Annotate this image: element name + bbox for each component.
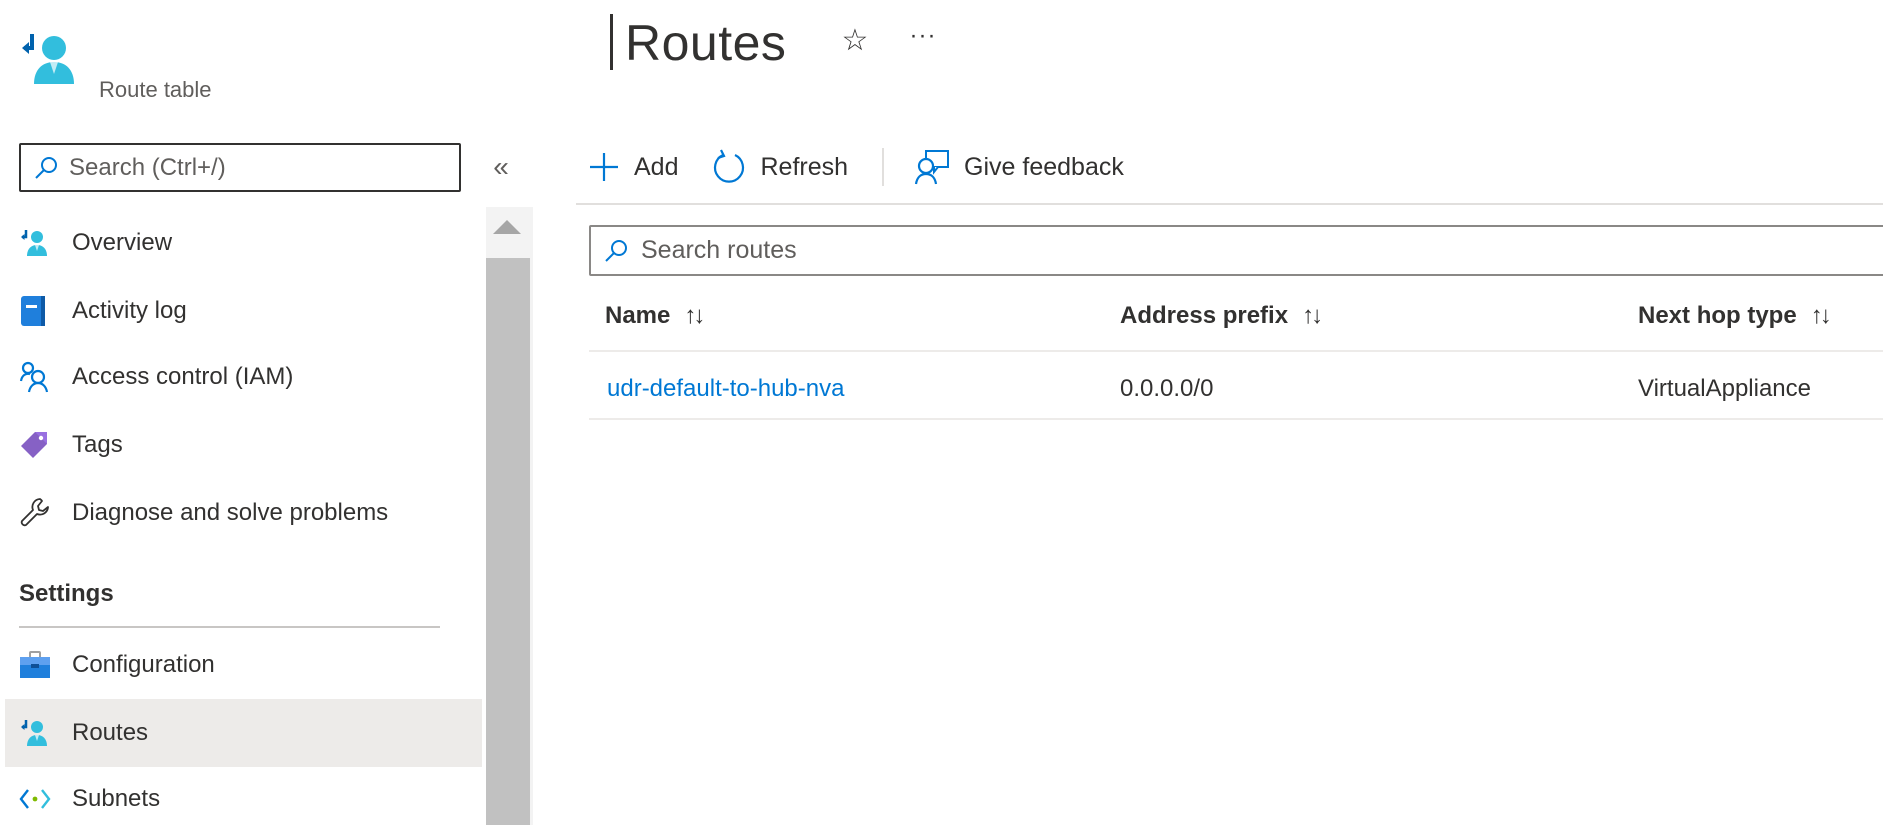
route-address-prefix: 0.0.0.0/0 xyxy=(1120,375,1214,402)
sidebar-item-label: Diagnose and solve problems xyxy=(72,499,389,526)
sidebar-item-access-control[interactable]: Access control (IAM) xyxy=(5,343,482,411)
wrench-icon xyxy=(19,496,55,530)
tag-icon xyxy=(19,428,55,462)
column-header-next-hop-type[interactable]: Next hop type ↑↓ xyxy=(1638,296,1832,336)
route-table-icon xyxy=(20,30,76,90)
plus-icon xyxy=(590,153,618,181)
add-button[interactable]: Add xyxy=(588,140,678,194)
routes-search-input[interactable] xyxy=(641,236,1841,265)
route-table-icon xyxy=(19,716,55,750)
column-header-address-prefix[interactable]: Address prefix ↑↓ xyxy=(1120,296,1323,336)
collapse-sidebar-icon[interactable]: « xyxy=(486,150,516,184)
resource-type-label: Route table xyxy=(99,77,212,102)
column-header-label: Name xyxy=(605,302,671,329)
toolbox-icon xyxy=(19,648,55,682)
activity-log-icon xyxy=(19,294,55,328)
command-bar: Add Refresh Give feedback xyxy=(588,140,1124,194)
favorite-star-icon[interactable]: ☆ xyxy=(838,24,872,58)
sidebar-item-subnets[interactable]: Subnets xyxy=(5,765,482,825)
sidebar-item-label: Overview xyxy=(72,229,173,256)
table-header-divider xyxy=(589,350,1883,352)
sidebar-item-routes[interactable]: Routes xyxy=(5,699,482,767)
search-icon xyxy=(35,156,57,179)
page-title: Routes xyxy=(610,14,786,72)
more-options-ellipsis-icon[interactable]: ··· xyxy=(906,22,940,56)
sort-icon[interactable]: ↑↓ xyxy=(1811,302,1832,330)
sidebar-item-configuration[interactable]: Configuration xyxy=(5,631,482,699)
subnet-icon xyxy=(19,782,55,816)
column-header-label: Address prefix xyxy=(1120,302,1289,329)
add-label: Add xyxy=(634,152,679,181)
sidebar-item-label: Subnets xyxy=(72,785,161,812)
section-divider xyxy=(19,626,440,628)
refresh-label: Refresh xyxy=(760,152,849,181)
give-feedback-button[interactable]: Give feedback xyxy=(914,140,1124,194)
routes-search-box[interactable] xyxy=(589,225,1883,276)
feedback-label: Give feedback xyxy=(964,152,1124,181)
sidebar-item-label: Routes xyxy=(72,719,149,746)
sidebar-search-input[interactable] xyxy=(69,153,449,182)
refresh-icon xyxy=(714,149,745,183)
sort-icon[interactable]: ↑↓ xyxy=(684,302,705,330)
sidebar-item-activity-log[interactable]: Activity log xyxy=(5,277,482,345)
scrollbar-thumb[interactable] xyxy=(486,258,530,825)
title-separator xyxy=(610,14,613,70)
scroll-up-arrow-icon[interactable] xyxy=(493,220,521,234)
sidebar-item-overview[interactable]: Overview xyxy=(5,209,482,277)
table-row-divider xyxy=(589,418,1883,420)
sidebar-item-label: Access control (IAM) xyxy=(72,363,294,390)
route-next-hop-type: VirtualAppliance xyxy=(1638,375,1812,402)
sidebar-item-diagnose[interactable]: Diagnose and solve problems xyxy=(5,479,482,547)
route-name-link[interactable]: udr-default-to-hub-nva xyxy=(607,370,844,408)
toolbar-separator xyxy=(882,148,885,186)
column-header-name[interactable]: Name ↑↓ xyxy=(605,296,705,336)
sidebar-item-tags[interactable]: Tags xyxy=(5,411,482,479)
search-icon xyxy=(605,239,627,262)
sort-icon[interactable]: ↑↓ xyxy=(1302,302,1323,330)
page-title-text: Routes xyxy=(625,15,787,71)
sidebar-search-box[interactable] xyxy=(19,143,461,192)
toolbar-divider xyxy=(576,203,1883,205)
feedback-icon xyxy=(914,150,950,185)
column-header-label: Next hop type xyxy=(1638,302,1797,329)
route-table-icon xyxy=(19,226,55,260)
sidebar-item-label: Configuration xyxy=(72,651,215,678)
iam-people-icon xyxy=(19,360,55,394)
sidebar-section-settings: Settings xyxy=(19,580,114,607)
sidebar-item-label: Tags xyxy=(72,431,123,458)
refresh-button[interactable]: Refresh xyxy=(712,140,848,194)
sidebar-item-label: Activity log xyxy=(72,297,187,324)
